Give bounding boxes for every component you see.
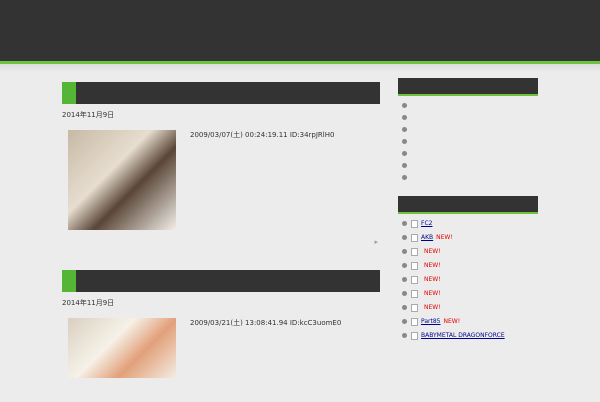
list-item: NEW! — [402, 304, 538, 312]
site-header — [0, 0, 600, 61]
arrow-icon: ▸ — [374, 238, 378, 246]
post: 2014年11月9日 2009/03/21(土) 13:08:41.94 ID:… — [62, 270, 380, 378]
post-excerpt: 2009/03/07(土) 00:24:19.11 ID:34rpJRlH0 — [190, 131, 335, 139]
list-item — [402, 102, 538, 108]
list-item — [402, 150, 538, 156]
feed-link[interactable]: AKB — [421, 234, 433, 241]
list-item — [402, 114, 538, 120]
list-item: FC2 — [402, 220, 538, 228]
post-meta: 2014年11月9日 — [62, 110, 380, 120]
post-thumbnail[interactable] — [68, 130, 176, 230]
feed-link[interactable]: Part85 — [421, 318, 440, 325]
bullet-icon — [402, 221, 407, 226]
list-item — [402, 162, 538, 168]
document-icon — [411, 220, 418, 228]
new-badge: NEW! — [424, 276, 441, 283]
bullet-icon — [402, 263, 407, 268]
post-body: 2009/03/21(土) 13:08:41.94 ID:kcC3uomE0 — [62, 318, 380, 378]
post-title-link[interactable] — [62, 270, 380, 292]
list-item: NEW! — [402, 262, 538, 270]
document-icon — [411, 290, 418, 298]
post-meta: 2014年11月9日 — [62, 298, 380, 308]
bullet-icon — [402, 277, 407, 282]
feed-widget: FC2 AKB NEW! NEW! NEW! NEW! NEW! NEW! Par… — [398, 196, 538, 340]
widget-title — [398, 196, 538, 214]
new-badge: NEW! — [424, 248, 441, 255]
list-item: AKB NEW! — [402, 234, 538, 242]
header-shadow — [0, 64, 600, 72]
category-list — [398, 102, 538, 180]
feed-list: FC2 AKB NEW! NEW! NEW! NEW! NEW! NEW! Par… — [398, 220, 538, 340]
bullet-icon — [402, 249, 407, 254]
list-item: NEW! — [402, 248, 538, 256]
post-thumbnail[interactable] — [68, 318, 176, 378]
post-title-link[interactable] — [62, 82, 380, 104]
document-icon — [411, 318, 418, 326]
bullet-icon — [402, 139, 407, 144]
document-icon — [411, 248, 418, 256]
bullet-icon — [402, 151, 407, 156]
site-tagline — [62, 38, 128, 46]
bullet-icon — [402, 235, 407, 240]
document-icon — [411, 262, 418, 270]
bullet-icon — [402, 291, 407, 296]
list-item: NEW! — [402, 276, 538, 284]
new-badge: NEW! — [424, 304, 441, 311]
list-item: NEW! — [402, 290, 538, 298]
read-more: ▸ — [62, 238, 380, 246]
list-item — [402, 174, 538, 180]
category-widget — [398, 78, 538, 180]
new-badge: NEW! — [443, 318, 461, 325]
new-badge: NEW! — [436, 234, 453, 241]
site-title[interactable] — [62, 10, 120, 30]
list-item: BABYMETAL DRAGONFORCE — [402, 332, 538, 340]
list-item — [402, 138, 538, 144]
bullet-icon — [402, 127, 407, 132]
post-date: 2014年11月9日 — [62, 299, 115, 307]
document-icon — [411, 332, 418, 340]
bullet-icon — [402, 175, 407, 180]
new-badge: NEW! — [424, 290, 441, 297]
widget-title — [398, 78, 538, 96]
bullet-icon — [402, 103, 407, 108]
document-icon — [411, 234, 418, 242]
document-icon — [411, 304, 418, 312]
post: 2014年11月9日 2009/03/07(土) 00:24:19.11 ID:… — [62, 82, 380, 246]
list-item: Part85 NEW! — [402, 318, 538, 326]
bullet-icon — [402, 163, 407, 168]
post-body: 2009/03/07(土) 00:24:19.11 ID:34rpJRlH0 — [62, 130, 380, 230]
document-icon — [411, 276, 418, 284]
sidebar: FC2 AKB NEW! NEW! NEW! NEW! NEW! NEW! Par… — [398, 78, 538, 356]
list-item — [402, 126, 538, 132]
bullet-icon — [402, 305, 407, 310]
new-badge: NEW! — [424, 262, 441, 269]
main-content: 2014年11月9日 2009/03/07(土) 00:24:19.11 ID:… — [62, 82, 380, 402]
post-excerpt: 2009/03/21(土) 13:08:41.94 ID:kcC3uomE0 — [190, 319, 342, 327]
feed-link[interactable]: FC2 — [421, 220, 432, 228]
bullet-icon — [402, 333, 407, 338]
post-date: 2014年11月9日 — [62, 111, 115, 119]
bullet-icon — [402, 115, 407, 120]
bullet-icon — [402, 319, 407, 324]
feed-link[interactable]: BABYMETAL DRAGONFORCE — [421, 332, 505, 340]
